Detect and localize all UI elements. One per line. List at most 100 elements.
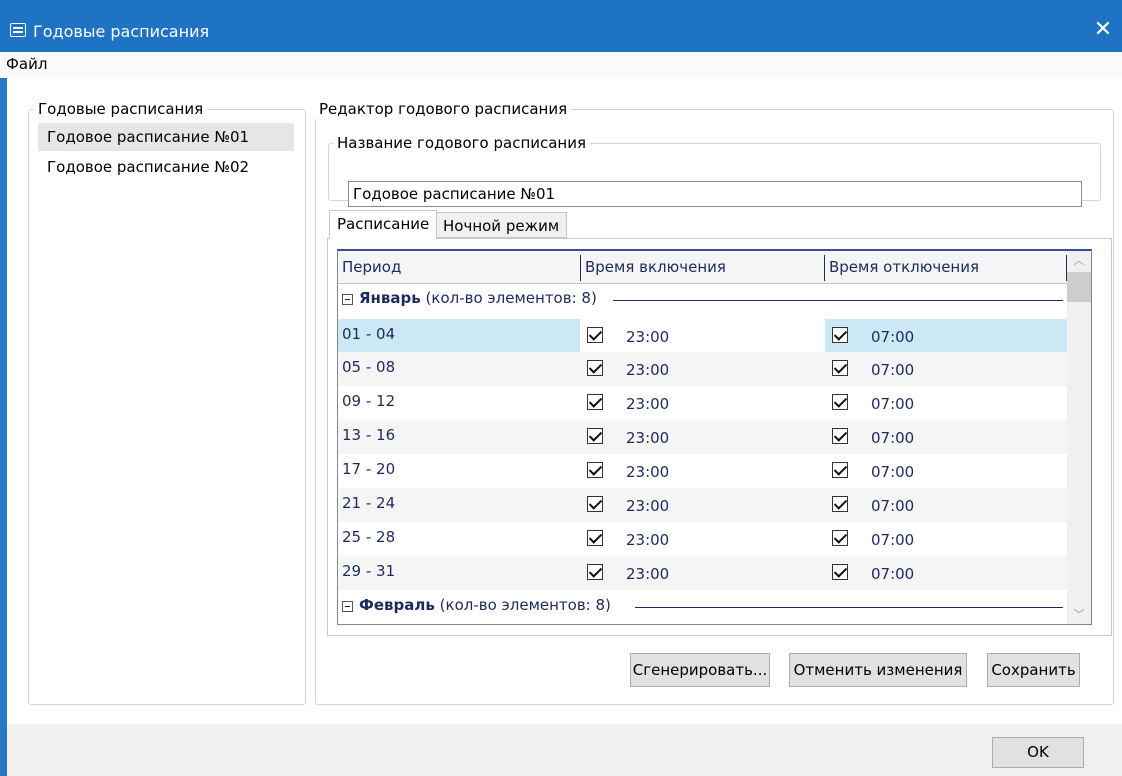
cancel-changes-button[interactable]: Отменить изменения — [789, 653, 967, 687]
grid-header: Период Время включения Время отключения — [338, 251, 1067, 284]
collapse-icon[interactable] — [342, 601, 353, 612]
off-time-value: 07:00 — [871, 565, 915, 583]
schedule-tab-panel: Период Время включения Время отключения … — [327, 238, 1112, 636]
on-time-value: 23:00 — [626, 531, 670, 549]
off-time-checkbox[interactable] — [832, 394, 848, 410]
on-time-value: 23:00 — [626, 463, 670, 481]
off-time-cell[interactable]: 07:00 — [825, 522, 1067, 556]
table-row[interactable]: 09 - 12 23:00 07:00 — [338, 386, 1067, 420]
period-cell[interactable]: 09 - 12 — [338, 386, 580, 420]
on-time-cell[interactable]: 23:00 — [580, 420, 825, 454]
column-header-off-time[interactable]: Время отключения — [825, 251, 1067, 283]
off-time-checkbox[interactable] — [832, 530, 848, 546]
off-time-cell[interactable]: 07:00 — [825, 352, 1067, 386]
group-count: (кол-во элементов: 8) — [425, 289, 597, 307]
on-time-checkbox[interactable] — [587, 428, 603, 444]
schedule-list-item-01[interactable]: Годовое расписание №01 — [38, 123, 294, 151]
table-row[interactable]: 13 - 16 23:00 07:00 — [338, 420, 1067, 454]
schedules-groupbox: Годовые расписания Годовое расписание №0… — [28, 99, 306, 705]
on-time-checkbox[interactable] — [587, 327, 603, 343]
on-time-value: 23:00 — [626, 565, 670, 583]
scrollbar-thumb[interactable] — [1067, 272, 1091, 302]
period-cell[interactable]: 29 - 31 — [338, 556, 580, 590]
off-time-cell[interactable]: 07:00 — [825, 319, 1067, 353]
content-panel: Годовые расписания Годовое расписание №0… — [7, 78, 1122, 724]
editor-legend: Редактор годового расписания — [315, 99, 572, 119]
table-row[interactable]: 05 - 08 23:00 07:00 — [338, 352, 1067, 386]
period-cell[interactable]: 21 - 24 — [338, 488, 580, 522]
on-time-cell[interactable]: 23:00 — [580, 454, 825, 488]
off-time-checkbox[interactable] — [832, 327, 848, 343]
column-header-period[interactable]: Период — [338, 251, 580, 283]
off-time-cell[interactable]: 07:00 — [825, 420, 1067, 454]
table-row[interactable]: 25 - 28 23:00 07:00 — [338, 522, 1067, 556]
off-time-cell[interactable]: 07:00 — [825, 488, 1067, 522]
off-time-value: 07:00 — [871, 395, 915, 413]
on-time-checkbox[interactable] — [587, 394, 603, 410]
menu-bar: Файл — [0, 52, 1122, 78]
scroll-down-icon[interactable]: ﹀ — [1067, 605, 1091, 624]
menu-file[interactable]: Файл — [6, 55, 47, 73]
group-separator-line — [613, 300, 1063, 301]
on-time-cell[interactable]: 23:00 — [580, 522, 825, 556]
table-row[interactable]: 21 - 24 23:00 07:00 — [338, 488, 1067, 522]
tab-schedule[interactable]: Расписание — [329, 210, 438, 239]
table-row[interactable]: 01 - 04 23:00 07:00 — [338, 319, 1067, 353]
group-header-january[interactable]: Январь (кол-во элементов: 8) — [338, 284, 1067, 316]
on-time-checkbox[interactable] — [587, 360, 603, 376]
on-time-cell[interactable]: 23:00 — [580, 352, 825, 386]
group-label: Январь (кол-во элементов: 8) — [359, 289, 597, 307]
column-header-on-time[interactable]: Время включения — [581, 251, 824, 283]
name-groupbox: Название годового расписания — [328, 133, 1101, 207]
save-button[interactable]: Сохранить — [987, 653, 1080, 687]
on-time-checkbox[interactable] — [587, 496, 603, 512]
name-legend: Название годового расписания — [333, 133, 591, 153]
window-title: Годовые расписания — [33, 22, 210, 41]
group-name: Февраль — [359, 596, 435, 614]
off-time-value: 07:00 — [871, 463, 915, 481]
off-time-cell[interactable]: 07:00 — [825, 556, 1067, 590]
off-time-value: 07:00 — [871, 361, 915, 379]
off-time-checkbox[interactable] — [832, 462, 848, 478]
collapse-icon[interactable] — [342, 294, 353, 305]
scroll-up-icon[interactable]: ︿ — [1067, 251, 1091, 271]
off-time-value: 07:00 — [871, 328, 915, 346]
on-time-checkbox[interactable] — [587, 530, 603, 546]
off-time-checkbox[interactable] — [832, 428, 848, 444]
schedule-grid: Период Время включения Время отключения … — [337, 249, 1092, 625]
group-header-february[interactable]: Февраль (кол-во элементов: 8) — [338, 591, 1067, 623]
off-time-cell[interactable]: 07:00 — [825, 386, 1067, 420]
off-time-value: 07:00 — [871, 497, 915, 515]
vertical-scrollbar[interactable]: ︿ ﹀ — [1067, 251, 1091, 624]
period-cell[interactable]: 17 - 20 — [338, 454, 580, 488]
schedule-list-item-02[interactable]: Годовое расписание №02 — [38, 153, 294, 181]
close-icon[interactable]: ✕ — [1090, 17, 1116, 43]
schedule-name-input[interactable] — [348, 181, 1082, 207]
on-time-value: 23:00 — [626, 395, 670, 413]
period-cell[interactable]: 13 - 16 — [338, 420, 580, 454]
generate-button[interactable]: Сгенерировать... — [630, 653, 770, 687]
on-time-cell[interactable]: 23:00 — [580, 319, 825, 353]
table-row[interactable]: 17 - 20 23:00 07:00 — [338, 454, 1067, 488]
off-time-checkbox[interactable] — [832, 564, 848, 580]
group-name: Январь — [359, 289, 421, 307]
ok-button[interactable]: OK — [992, 737, 1084, 768]
on-time-checkbox[interactable] — [587, 462, 603, 478]
on-time-checkbox[interactable] — [587, 564, 603, 580]
on-time-cell[interactable]: 23:00 — [580, 556, 825, 590]
period-cell[interactable]: 25 - 28 — [338, 522, 580, 556]
on-time-value: 23:00 — [626, 361, 670, 379]
on-time-cell[interactable]: 23:00 — [580, 386, 825, 420]
period-cell[interactable]: 01 - 04 — [338, 319, 580, 353]
table-row[interactable]: 29 - 31 23:00 07:00 — [338, 556, 1067, 590]
on-time-cell[interactable]: 23:00 — [580, 488, 825, 522]
window-edge-strip — [0, 78, 7, 776]
off-time-checkbox[interactable] — [832, 360, 848, 376]
on-time-value: 23:00 — [626, 328, 670, 346]
tab-night-mode[interactable]: Ночной режим — [435, 212, 568, 238]
period-cell[interactable]: 05 - 08 — [338, 352, 580, 386]
off-time-checkbox[interactable] — [832, 496, 848, 512]
group-separator-line — [635, 607, 1063, 608]
off-time-value: 07:00 — [871, 429, 915, 447]
off-time-cell[interactable]: 07:00 — [825, 454, 1067, 488]
